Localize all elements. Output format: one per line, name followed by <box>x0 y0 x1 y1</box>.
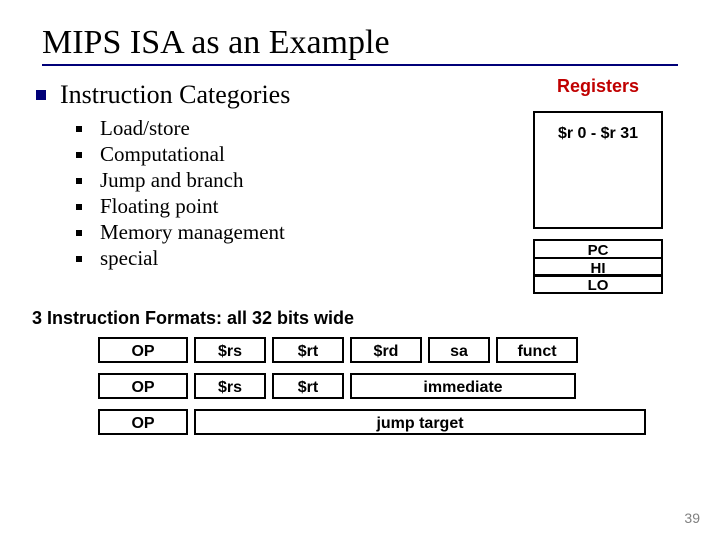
field-rt: $rt <box>272 337 344 363</box>
field-immediate: immediate <box>350 373 576 399</box>
title-underline <box>42 64 678 66</box>
registers-heading: Registers <box>518 76 678 97</box>
dot-bullet-icon <box>76 178 82 184</box>
instruction-formats: OP $rs $rt $rd sa funct OP $rs $rt immed… <box>98 337 678 435</box>
list-item-label: special <box>100 246 158 271</box>
field-op: OP <box>98 409 188 435</box>
register-range-label: $r 0 - $r 31 <box>558 125 638 143</box>
field-sa: sa <box>428 337 490 363</box>
left-column: Instruction Categories Load/store Comput… <box>42 80 510 272</box>
format-r-row: OP $rs $rt $rd sa funct <box>98 337 678 363</box>
format-j-row: OP jump target <box>98 409 678 435</box>
list-item: special <box>76 246 510 271</box>
dot-bullet-icon <box>76 256 82 262</box>
sub-list: Load/store Computational Jump and branch… <box>76 116 510 271</box>
field-jump-target: jump target <box>194 409 646 435</box>
list-item-label: Floating point <box>100 194 218 219</box>
list-item-label: Load/store <box>100 116 190 141</box>
field-op: OP <box>98 373 188 399</box>
list-item: Load/store <box>76 116 510 141</box>
list-item: Floating point <box>76 194 510 219</box>
list-item-label: Computational <box>100 142 225 167</box>
dot-bullet-icon <box>76 152 82 158</box>
field-funct: funct <box>496 337 578 363</box>
square-bullet-icon <box>36 90 46 100</box>
slide-number: 39 <box>684 510 700 526</box>
list-item-label: Memory management <box>100 220 285 245</box>
list-item: Jump and branch <box>76 168 510 193</box>
register-file-box: $r 0 - $r 31 <box>533 111 663 229</box>
slide-title: MIPS ISA as an Example <box>42 24 678 62</box>
lo-register-box: LO <box>533 274 663 294</box>
content-row: Instruction Categories Load/store Comput… <box>42 80 678 294</box>
right-column: Registers $r 0 - $r 31 PC HI LO <box>518 76 678 294</box>
list-item: Computational <box>76 142 510 167</box>
list-item: Memory management <box>76 220 510 245</box>
formats-heading: 3 Instruction Formats: all 32 bits wide <box>32 308 678 329</box>
dot-bullet-icon <box>76 126 82 132</box>
special-registers: PC HI LO <box>533 239 663 294</box>
field-rs: $rs <box>194 337 266 363</box>
list-item-label: Jump and branch <box>100 168 243 193</box>
slide: MIPS ISA as an Example Instruction Categ… <box>0 0 720 540</box>
top-bullet-line: Instruction Categories <box>42 80 510 110</box>
field-rs: $rs <box>194 373 266 399</box>
dot-bullet-icon <box>76 204 82 210</box>
field-rt: $rt <box>272 373 344 399</box>
field-rd: $rd <box>350 337 422 363</box>
field-op: OP <box>98 337 188 363</box>
dot-bullet-icon <box>76 230 82 236</box>
format-i-row: OP $rs $rt immediate <box>98 373 678 399</box>
top-bullet-text: Instruction Categories <box>60 80 290 110</box>
